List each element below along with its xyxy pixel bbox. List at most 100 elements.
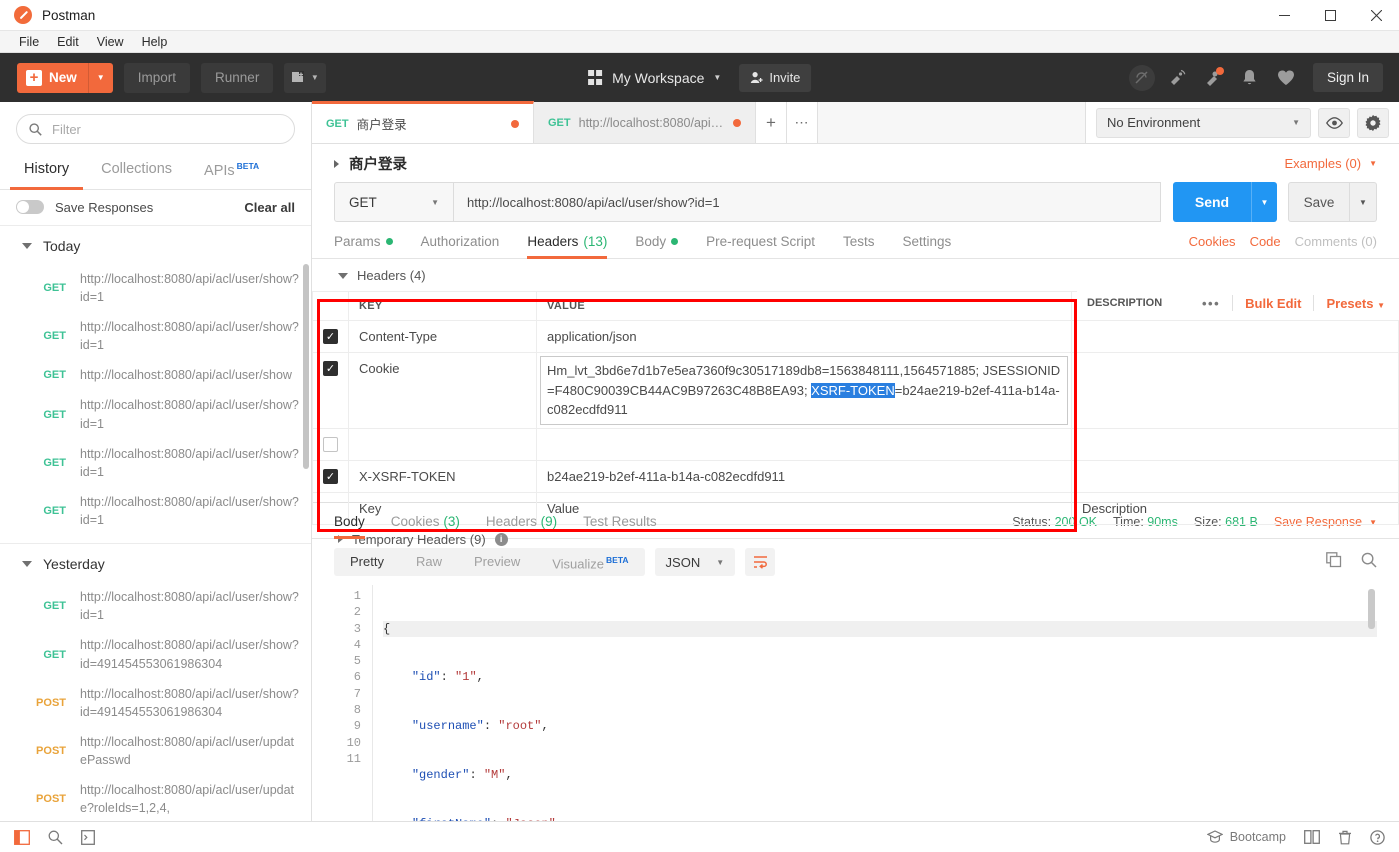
new-window-button[interactable]: ▼	[284, 62, 327, 93]
header-key[interactable]: X-XSRF-TOKEN	[348, 459, 537, 493]
list-item[interactable]: GET http://localhost:8080/api/acl/user/s…	[0, 487, 311, 535]
trash-icon[interactable]	[1338, 830, 1352, 845]
invite-button[interactable]: Invite	[739, 63, 812, 92]
copy-button[interactable]	[1326, 552, 1343, 572]
maximize-button[interactable]	[1307, 0, 1353, 31]
tab-authorization[interactable]: Authorization	[421, 234, 500, 258]
header-value-cookie[interactable]: Hm_lvt_3bd6e7d1b7e5ea7360f9c30517189db8=…	[536, 352, 1072, 429]
temporary-headers-row[interactable]: Temporary Headers (9) i	[312, 525, 1399, 553]
json-viewer[interactable]: { "id": "1", "username": "root", "gender…	[372, 585, 1377, 821]
header-description[interactable]	[1071, 459, 1399, 493]
bell-icon[interactable]	[1235, 63, 1265, 93]
minimize-button[interactable]	[1261, 0, 1307, 31]
tab-params[interactable]: Params	[334, 234, 393, 258]
sync-icon[interactable]	[1199, 63, 1229, 93]
menu-view[interactable]: View	[88, 31, 133, 53]
header-value[interactable]: application/json	[536, 320, 1072, 353]
import-button[interactable]: Import	[123, 62, 191, 93]
no-sync-icon[interactable]	[1127, 63, 1157, 93]
clear-all-button[interactable]: Clear all	[244, 200, 295, 215]
header-description[interactable]	[1071, 320, 1399, 353]
sign-in-button[interactable]: Sign In	[1312, 63, 1383, 92]
list-item[interactable]: POST http://localhost:8080/api/acl/user/…	[0, 727, 311, 775]
help-icon[interactable]	[1370, 829, 1385, 845]
url-input[interactable]: http://localhost:8080/api/acl/user/show?…	[454, 182, 1161, 222]
table-row[interactable]: Key Value Description	[312, 491, 1399, 525]
more-options-button[interactable]: •••	[1202, 296, 1220, 311]
header-value[interactable]: b24ae219-b2ef-411a-b14a-c082ecdfd911	[536, 459, 1072, 493]
new-button[interactable]: + New ▼	[17, 62, 113, 93]
examples-dropdown[interactable]: Examples (0) ▼	[1285, 156, 1378, 171]
tab-settings[interactable]: Settings	[902, 234, 951, 258]
tab-headers[interactable]: Headers (13)	[527, 234, 608, 259]
close-button[interactable]	[1353, 0, 1399, 31]
table-row[interactable]: ✓ X-XSRF-TOKEN b24ae219-b2ef-411a-b14a-c…	[312, 459, 1399, 493]
satellite-icon[interactable]	[1163, 63, 1193, 93]
workspace-selector[interactable]: My Workspace ▼ Invite	[587, 63, 812, 92]
bootcamp-button[interactable]: Bootcamp	[1206, 830, 1286, 844]
new-header-description-input[interactable]: Description	[1071, 491, 1399, 525]
tab-body[interactable]: Body	[635, 234, 679, 258]
response-tab-headers[interactable]: Headers (9)	[486, 514, 557, 538]
two-pane-icon[interactable]	[1304, 830, 1320, 844]
tab-pre-request-script[interactable]: Pre-request Script	[706, 234, 815, 258]
list-item[interactable]: GET http://localhost:8080/api/acl/user/s…	[0, 312, 311, 360]
menu-file[interactable]: File	[10, 31, 48, 53]
search-button[interactable]	[1361, 552, 1377, 572]
list-item[interactable]: GET http://localhost:8080/api/acl/user/s…	[0, 360, 311, 390]
cookie-value-editor[interactable]: Hm_lvt_3bd6e7d1b7e5ea7360f9c30517189db8=…	[540, 356, 1068, 425]
chevron-right-icon[interactable]	[334, 159, 339, 168]
checkbox-checked[interactable]: ✓	[323, 361, 338, 376]
header-description[interactable]	[1071, 352, 1399, 429]
list-item[interactable]: POST http://localhost:8080/api/acl/user/…	[0, 775, 311, 821]
environment-select[interactable]: No Environment ▼	[1096, 107, 1311, 138]
console-icon[interactable]	[81, 829, 95, 845]
checkbox-checked[interactable]: ✓	[323, 329, 338, 344]
row-checkbox-cell[interactable]: ✓	[312, 352, 349, 429]
menu-edit[interactable]: Edit	[48, 31, 88, 53]
checkbox-checked[interactable]: ✓	[323, 468, 338, 484]
row-checkbox-cell[interactable]	[312, 427, 349, 461]
request-tab-2[interactable]: GET http://localhost:8080/api/acl/us...	[534, 102, 756, 143]
history-list[interactable]: Today GET http://localhost:8080/api/acl/…	[0, 226, 311, 821]
history-group-today[interactable]: Today	[0, 226, 311, 264]
list-item[interactable]: GET http://localhost:8080/api/acl/user/s…	[0, 390, 311, 438]
list-item[interactable]: GET http://localhost:8080/api/acl/user/s…	[0, 630, 311, 678]
code-link[interactable]: Code	[1250, 234, 1281, 249]
header-description[interactable]	[1071, 427, 1399, 461]
save-options-button[interactable]: ▼	[1350, 182, 1377, 222]
comments-link[interactable]: Comments (0)	[1295, 234, 1377, 249]
header-key[interactable]	[348, 427, 537, 461]
row-checkbox-cell[interactable]: ✓	[312, 459, 349, 493]
response-body[interactable]: 1 2 3 4 5 6 7 8 9 10 11 { "id": "1", "us…	[312, 585, 1399, 821]
settings-button[interactable]	[1357, 107, 1389, 138]
list-item[interactable]: GET http://localhost:8080/api/acl/user/s…	[0, 582, 311, 630]
request-tab-1[interactable]: GET 商户登录	[312, 101, 534, 143]
sidebar-toggle-icon[interactable]	[14, 829, 30, 845]
send-button[interactable]: Send	[1173, 182, 1251, 222]
new-tab-button[interactable]: +	[756, 102, 787, 143]
presets-dropdown[interactable]: Presets ▼	[1326, 296, 1385, 311]
table-row[interactable]: ✓ Cookie Hm_lvt_3bd6e7d1b7e5ea7360f9c305…	[312, 352, 1399, 429]
response-tab-body[interactable]: Body	[334, 514, 365, 539]
header-key[interactable]: Content-Type	[348, 320, 537, 353]
history-group-yesterday[interactable]: Yesterday	[0, 544, 311, 582]
menu-help[interactable]: Help	[133, 31, 177, 53]
heart-icon[interactable]	[1271, 63, 1301, 93]
row-checkbox-cell[interactable]: ✓	[312, 320, 349, 353]
header-key[interactable]: Cookie	[348, 352, 537, 429]
response-scrollbar[interactable]	[1368, 589, 1375, 629]
sidebar-tab-history[interactable]: History	[9, 154, 84, 190]
list-item[interactable]: GET http://localhost:8080/api/acl/user/s…	[0, 264, 311, 312]
response-tab-cookies[interactable]: Cookies (3)	[391, 514, 460, 538]
http-method-select[interactable]: GET ▼	[334, 182, 454, 222]
sidebar-tab-apis[interactable]: APIs BETA	[204, 154, 259, 189]
environment-quick-look-button[interactable]	[1318, 107, 1350, 138]
table-row[interactable]	[312, 427, 1399, 461]
header-value[interactable]	[536, 427, 1072, 461]
bulk-edit-button[interactable]: Bulk Edit	[1245, 296, 1301, 311]
sidebar-scrollbar[interactable]	[303, 263, 309, 469]
response-tab-test-results[interactable]: Test Results	[583, 514, 657, 538]
runner-button[interactable]: Runner	[201, 62, 274, 93]
tab-tests[interactable]: Tests	[843, 234, 875, 258]
